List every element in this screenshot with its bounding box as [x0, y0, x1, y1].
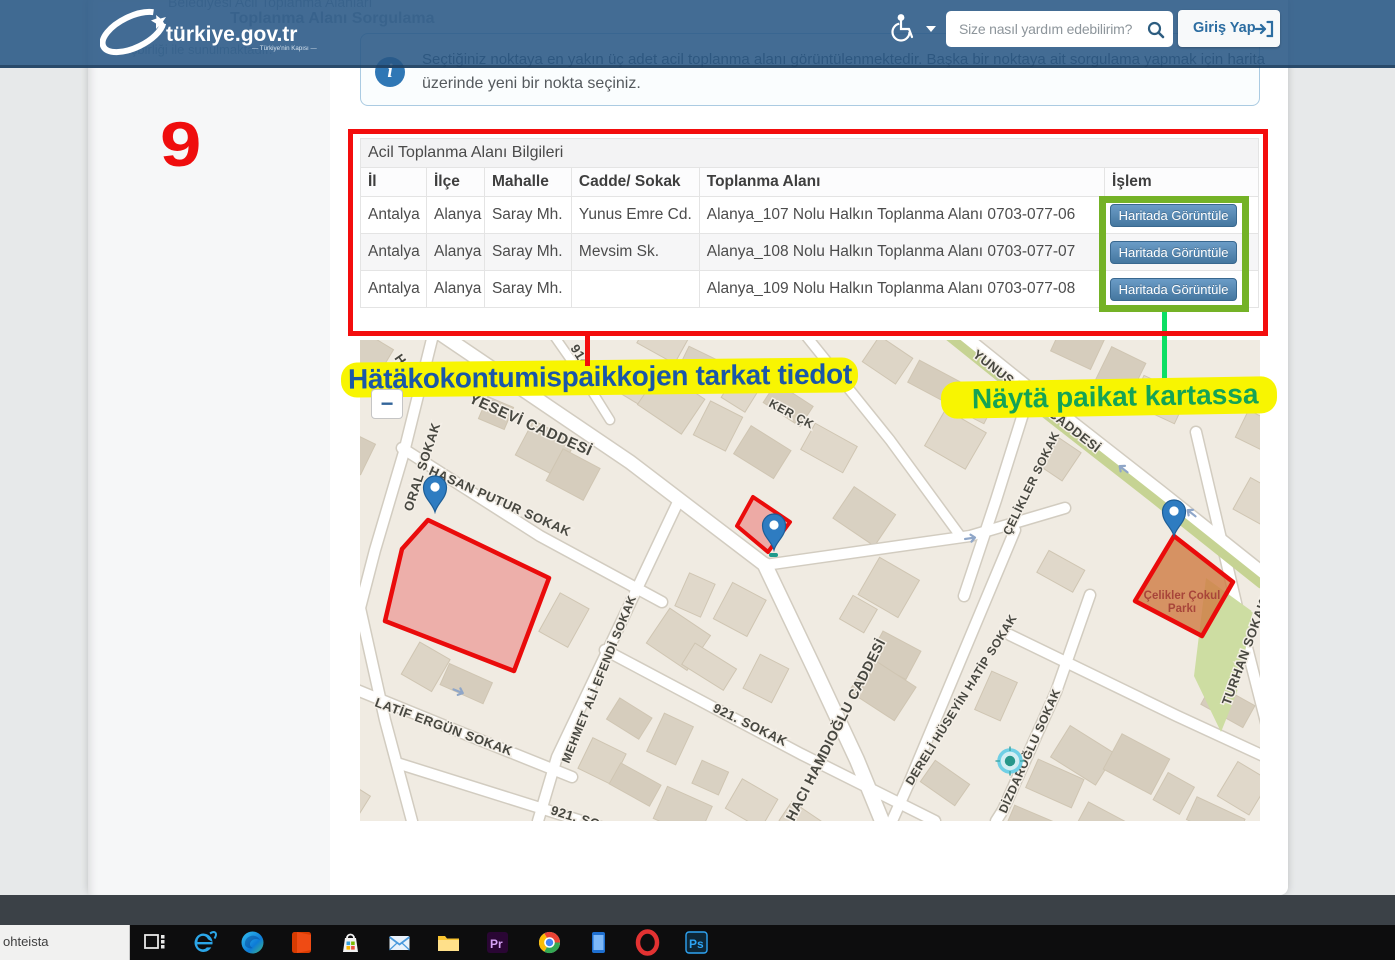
svg-text:Çelikler Çokul: Çelikler Çokul	[1144, 590, 1221, 602]
svg-text:Pr: Pr	[490, 937, 503, 951]
svg-text:Parkı: Parkı	[1168, 603, 1196, 615]
svg-text:Ps: Ps	[689, 937, 704, 951]
svg-text:— Türkiye'nin Kapısı —: — Türkiye'nin Kapısı —	[252, 45, 317, 52]
svg-text:türkiye.gov.tr: türkiye.gov.tr	[166, 23, 297, 46]
